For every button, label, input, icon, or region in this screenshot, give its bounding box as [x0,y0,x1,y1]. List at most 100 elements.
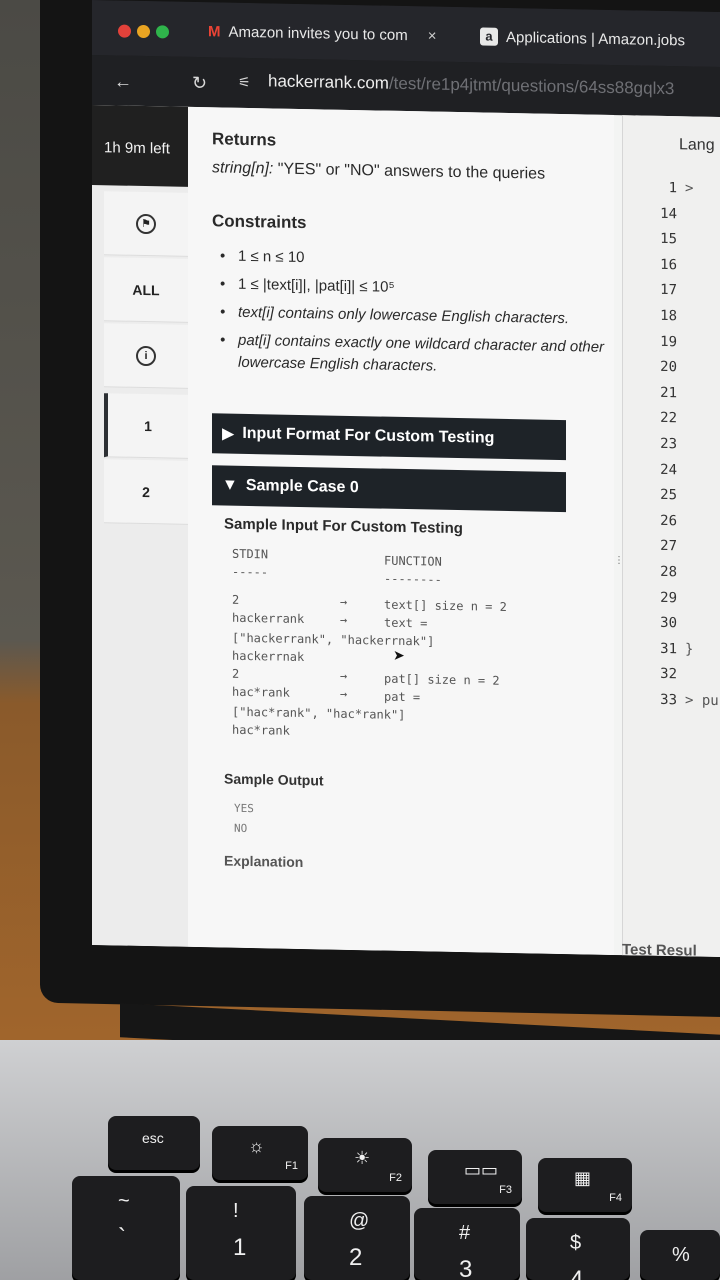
function-key-icon: ☼ [248,1136,265,1156]
sample-output-title: Sample Output [224,770,324,789]
line-number: 28 [660,563,677,581]
key-5[interactable]: % [640,1230,720,1280]
line-number: 15 [660,231,677,248]
sidebar-item-all[interactable]: ALL [104,257,188,323]
tilde-key[interactable]: ~ ` [72,1176,180,1280]
code-line-stdin: hac*rank [232,722,290,738]
pane-resize-handle[interactable]: ⋮⋮ [614,555,632,605]
hackerrank-page: 1h 9m left ⚑ ALL i 1 2 Returns string[n]… [92,105,720,958]
code-line-stdin: ["hackerrank", "hackerrnak"] [232,630,435,649]
line-number: 24 [660,461,677,478]
mouse-cursor-icon: ➤ [393,646,405,664]
close-window-button[interactable] [118,24,131,38]
f4-key[interactable]: ▦ F4 [538,1158,632,1212]
code-line-stdin: hackerrnak [232,648,305,665]
line-number: 29 [660,589,677,606]
line-number: 32 [660,666,677,683]
sample-input-title: Sample Input For Custom Testing [224,515,463,538]
line-number: 30 [660,615,677,632]
code-header-function: FUNCTION [384,553,442,569]
sidebar-item-flag[interactable]: ⚑ [104,191,188,257]
key-sub-label: 1 [233,1234,247,1261]
code-rule: ----- [232,564,269,580]
code-line-stdin: 2 [232,666,240,681]
browser-tab-gmail[interactable]: M Amazon invites you to com × [208,12,458,55]
f2-key[interactable]: ☀ F2 [318,1138,412,1192]
code-header-stdin: STDIN [232,546,269,562]
maximize-window-button[interactable] [156,25,169,39]
key-label: esc [142,1130,164,1146]
code-line-stdin: hackerrank [232,610,305,627]
code-line-function: pat[] size n = 2 [384,671,500,688]
function-key-icon: ▦ [574,1168,592,1188]
line-number: 33 [660,691,677,709]
arrow-icon: → [340,686,348,701]
key-2[interactable]: @2 [304,1196,410,1280]
code-rule: -------- [384,571,442,587]
accordion-sample-case[interactable]: ▼ Sample Case 0 [212,465,566,513]
code-line-stdin: 2 [232,592,240,607]
accordion-label: Input Format For Custom Testing [242,424,495,447]
returns-text: "YES" or "NO" answers to the queries [273,160,546,183]
key-label: @ [349,1210,370,1232]
browser-tab-amazon-jobs[interactable]: a Applications | Amazon.jobs [480,17,720,60]
minimize-window-button[interactable] [137,24,150,39]
editor-gutter: 1 >14 15 16 17 18 19 20 21 22 23 24 25 26 27 28 29 30 31} 3… [623,179,720,709]
f3-key[interactable]: ▭▭ F3 [428,1150,522,1204]
url-field[interactable]: hackerrank.com/test/re1p4jtmt/questions/… [268,71,674,99]
constraints-list: 1 ≤ n ≤ 10 1 ≤ |text[i]|, |pat[i]| ≤ 10⁵… [212,245,614,381]
line-number: 25 [660,487,677,504]
line-number: 14 [660,205,677,222]
flag-icon: ⚑ [136,213,156,234]
line-number: 31 [660,640,677,658]
line-number: 20 [660,359,677,376]
key-4[interactable]: $4 [526,1218,630,1280]
constraints-heading: Constraints [212,211,307,233]
key-label: F4 [609,1192,622,1204]
key-sub-label: 3 [459,1256,473,1280]
key-label: # [459,1222,471,1244]
code-token: } [685,641,694,658]
reload-icon[interactable]: ↻ [192,73,207,94]
back-arrow-icon[interactable]: ← [114,71,132,92]
line-number: 26 [660,512,677,530]
close-tab-button[interactable]: × [428,27,437,44]
key-label: ~ [118,1190,130,1212]
sidebar-item-question-1[interactable]: 1 [104,393,188,459]
code-editor[interactable]: Lang 1 >14 15 16 17 18 19 20 21 22 23 24 25 26 27 28 29 3… [622,115,720,958]
key-sub-label: 2 [349,1244,363,1271]
returns-type: string[n]: [212,159,274,178]
sidebar-item-question-2[interactable]: 2 [104,459,188,525]
window-controls [118,24,169,39]
key-sub-label: 4 [570,1266,584,1280]
accordion-input-format[interactable]: ▶ Input Format For Custom Testing [212,413,566,461]
key-label: ! [233,1200,239,1222]
site-settings-icon[interactable]: ⚟ [238,74,251,91]
key-label: % [672,1244,690,1266]
language-selector[interactable]: Lang [679,136,715,155]
line-number: 23 [660,435,677,453]
key-1[interactable]: ! 1 [186,1186,296,1280]
sidebar-item-info[interactable]: i [104,323,188,389]
problem-statement: Returns string[n]: "YES" or "NO" answers… [188,106,682,956]
test-results-tab[interactable]: Test Resul [622,941,697,957]
function-key-icon: ☀ [354,1148,371,1168]
caret-down-icon: ▼ [222,476,238,494]
line-number: 19 [660,333,677,350]
esc-key[interactable]: esc [108,1116,200,1170]
caret-right-icon: ▶ [222,425,235,443]
code-line-stdin: hac*rank [232,684,290,700]
code-line-function: pat = [384,689,421,705]
function-key-icon: ▭▭ [464,1160,499,1180]
constraint-item: 1 ≤ |text[i]|, |pat[i]| ≤ 10⁵ [212,273,614,303]
url-host: hackerrank.com [268,71,389,93]
tab-title: Amazon invites you to com [228,23,408,44]
constraint-item: pat[i] contains exactly one wildcard cha… [212,329,614,381]
key-3[interactable]: #3 [414,1208,520,1280]
key-label: F3 [499,1184,512,1196]
returns-heading: Returns [212,129,277,150]
arrow-icon: → [340,594,348,609]
f1-key[interactable]: ☼ F1 [212,1126,308,1180]
key-label: $ [570,1232,582,1254]
arrow-icon: → [340,612,348,627]
